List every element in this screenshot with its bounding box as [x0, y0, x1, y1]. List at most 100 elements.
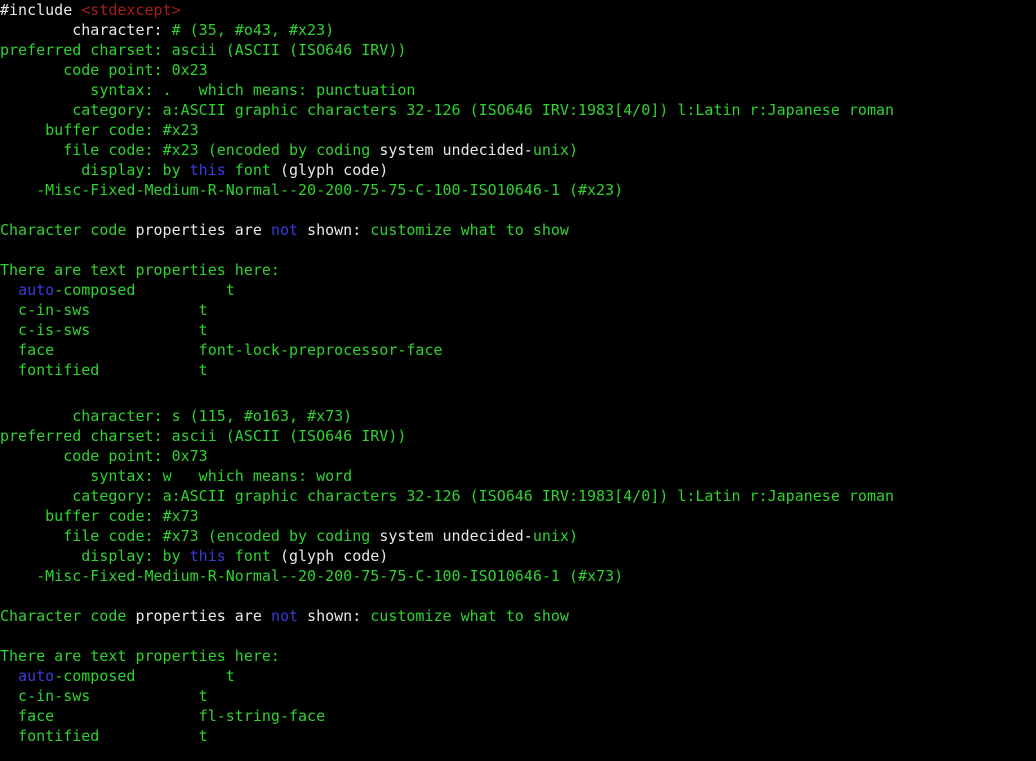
s-code-properties-line: Character code properties are not shown:…: [0, 606, 569, 626]
s-code-point-line-seg-1: 0x73: [171, 447, 208, 465]
spacer-3: [0, 380, 9, 400]
s-prop-auto-composed-seg-2: -composed: [54, 667, 136, 685]
hash-file-code-line: file code: #x23 (encoded by coding syste…: [0, 140, 578, 160]
hash-prop-c-in-sws: c-in-sws t: [0, 300, 208, 320]
hash-syntax-line-seg-0: syntax:: [0, 81, 163, 99]
s-code-point-line-seg-0: code point:: [0, 447, 172, 465]
s-syntax-line-seg-1: w which means: word: [162, 467, 353, 485]
spacer-6: [0, 626, 9, 646]
s-display-line-seg-2: font: [225, 547, 280, 565]
hash-code-point-line-seg-1: 0x23: [171, 61, 208, 79]
s-prop-auto-composed: auto-composed t: [0, 666, 235, 686]
hash-text-properties-header-seg-0: There are text properties here:: [0, 261, 280, 279]
hash-prop-auto-composed-seg-3: t: [135, 281, 235, 299]
s-character-line: character: s (115, #o163, #x73): [0, 406, 352, 426]
hash-syntax-line: syntax: . which means: punctuation: [0, 80, 415, 100]
s-buffer-code-line-seg-0: buffer code:: [0, 507, 163, 525]
hash-prop-c-is-sws: c-is-sws t: [0, 320, 208, 340]
hash-character-line-seg-1: # (35, #o43, #x23): [171, 21, 335, 39]
s-character-line-seg-0: character:: [0, 407, 172, 425]
s-category-line: category: a:ASCII graphic characters 32-…: [0, 486, 894, 506]
s-prop-c-in-sws: c-in-sws t: [0, 686, 208, 706]
hash-syntax-line-seg-1: . which means: punctuation: [162, 81, 416, 99]
source-include-line-seg-1: <stdexcept>: [81, 1, 181, 19]
hash-code-properties-line-seg-1: properties are: [135, 221, 271, 239]
hash-prop-face-seg-0: face font-lock-preprocessor-face: [0, 341, 443, 359]
spacer-3-seg-0: [0, 381, 9, 399]
s-display-line-seg-1[interactable]: this: [190, 547, 226, 565]
hash-prop-auto-composed-seg-1[interactable]: auto: [18, 281, 54, 299]
s-file-code-line-seg-0: file code:: [0, 527, 163, 545]
spacer-6-seg-0: [0, 627, 9, 645]
hash-code-properties-line-seg-2[interactable]: not: [271, 221, 298, 239]
terminal-screen[interactable]: #include <stdexcept> character: # (35, #…: [0, 0, 1036, 761]
hash-character-line: character: # (35, #o43, #x23): [0, 20, 334, 40]
s-prop-c-in-sws-seg-0: c-in-sws t: [0, 687, 208, 705]
hash-text-properties-header: There are text properties here:: [0, 260, 280, 280]
hash-file-code-line-seg-1: #x23 (encoded by coding: [162, 141, 380, 159]
hash-buffer-code-line-seg-1: #x23: [162, 121, 199, 139]
s-code-properties-line-seg-3: shown:: [298, 607, 371, 625]
hash-code-properties-line-seg-0: Character code: [0, 221, 136, 239]
hash-preferred-charset-line-seg-1: ascii (ASCII (ISO646 IRV)): [171, 41, 407, 59]
s-preferred-charset-line: preferred charset: ascii (ASCII (ISO646 …: [0, 426, 406, 446]
hash-prop-auto-composed: auto-composed t: [0, 280, 235, 300]
s-syntax-line-seg-0: syntax:: [0, 467, 163, 485]
s-prop-face-seg-0: face fl-string-face: [0, 707, 326, 725]
s-file-code-line-seg-2: system undecided-: [379, 527, 533, 545]
hash-file-code-line-seg-0: file code:: [0, 141, 163, 159]
s-font-name-line: -Misc-Fixed-Medium-R-Normal--20-200-75-7…: [0, 566, 623, 586]
s-prop-fontified-seg-0: fontified t: [0, 727, 208, 745]
hash-character-line-seg-0: character:: [0, 21, 172, 39]
s-file-code-line: file code: #x73 (encoded by coding syste…: [0, 526, 578, 546]
hash-prop-fontified-seg-0: fontified t: [0, 361, 208, 379]
s-code-properties-line-seg-0: Character code: [0, 607, 136, 625]
s-preferred-charset-line-seg-1: ascii (ASCII (ISO646 IRV)): [171, 427, 407, 445]
s-prop-auto-composed-seg-1[interactable]: auto: [18, 667, 54, 685]
spacer-5: [0, 586, 9, 606]
hash-display-line-seg-1[interactable]: this: [190, 161, 226, 179]
hash-display-line-seg-0: display: by: [0, 161, 190, 179]
s-preferred-charset-line-seg-0: preferred charset:: [0, 427, 172, 445]
hash-buffer-code-line-seg-0: buffer code:: [0, 121, 163, 139]
s-display-line: display: by this font (glyph code): [0, 546, 388, 566]
s-prop-fontified: fontified t: [0, 726, 208, 746]
hash-prop-c-in-sws-seg-0: c-in-sws t: [0, 301, 208, 319]
s-file-code-line-seg-3: unix): [532, 527, 578, 545]
hash-prop-face: face font-lock-preprocessor-face: [0, 340, 443, 360]
spacer-2: [0, 240, 9, 260]
s-code-properties-line-seg-4: customize what to show: [370, 607, 569, 625]
hash-category-line-seg-1: a:ASCII graphic characters 32-126 (ISO64…: [162, 101, 895, 119]
s-buffer-code-line-seg-1: #x73: [162, 507, 199, 525]
spacer-5-seg-0: [0, 587, 9, 605]
hash-preferred-charset-line-seg-0: preferred charset:: [0, 41, 172, 59]
hash-code-point-line-seg-0: code point:: [0, 61, 172, 79]
s-buffer-code-line: buffer code: #x73: [0, 506, 199, 526]
hash-code-properties-line-seg-4: customize what to show: [370, 221, 569, 239]
s-code-properties-line-seg-1: properties are: [135, 607, 271, 625]
hash-preferred-charset-line: preferred charset: ascii (ASCII (ISO646 …: [0, 40, 406, 60]
s-syntax-line: syntax: w which means: word: [0, 466, 352, 486]
s-display-line-seg-3: (glyph code): [279, 547, 389, 565]
source-include-line-seg-0: #include: [0, 1, 82, 19]
s-prop-auto-composed-seg-0: [0, 667, 18, 685]
s-category-line-seg-1: a:ASCII graphic characters 32-126 (ISO64…: [162, 487, 895, 505]
s-font-name-line-seg-0: -Misc-Fixed-Medium-R-Normal--20-200-75-7…: [0, 567, 624, 585]
s-prop-auto-composed-seg-3: t: [135, 667, 235, 685]
hash-file-code-line-seg-3: unix): [532, 141, 578, 159]
hash-code-point-line: code point: 0x23: [0, 60, 208, 80]
s-code-properties-line-seg-2[interactable]: not: [271, 607, 298, 625]
hash-display-line-seg-3: (glyph code): [279, 161, 389, 179]
hash-code-properties-line: Character code properties are not shown:…: [0, 220, 569, 240]
s-character-line-seg-1: s (115, #o163, #x73): [171, 407, 353, 425]
hash-display-line: display: by this font (glyph code): [0, 160, 388, 180]
hash-font-name-line-seg-0: -Misc-Fixed-Medium-R-Normal--20-200-75-7…: [0, 181, 624, 199]
spacer-1: [0, 200, 9, 220]
spacer-2-seg-0: [0, 241, 9, 259]
hash-code-properties-line-seg-3: shown:: [298, 221, 371, 239]
hash-prop-c-is-sws-seg-0: c-is-sws t: [0, 321, 208, 339]
hash-prop-fontified: fontified t: [0, 360, 208, 380]
source-include-line: #include <stdexcept>: [0, 0, 181, 20]
hash-category-line-seg-0: category:: [0, 101, 163, 119]
s-category-line-seg-0: category:: [0, 487, 163, 505]
